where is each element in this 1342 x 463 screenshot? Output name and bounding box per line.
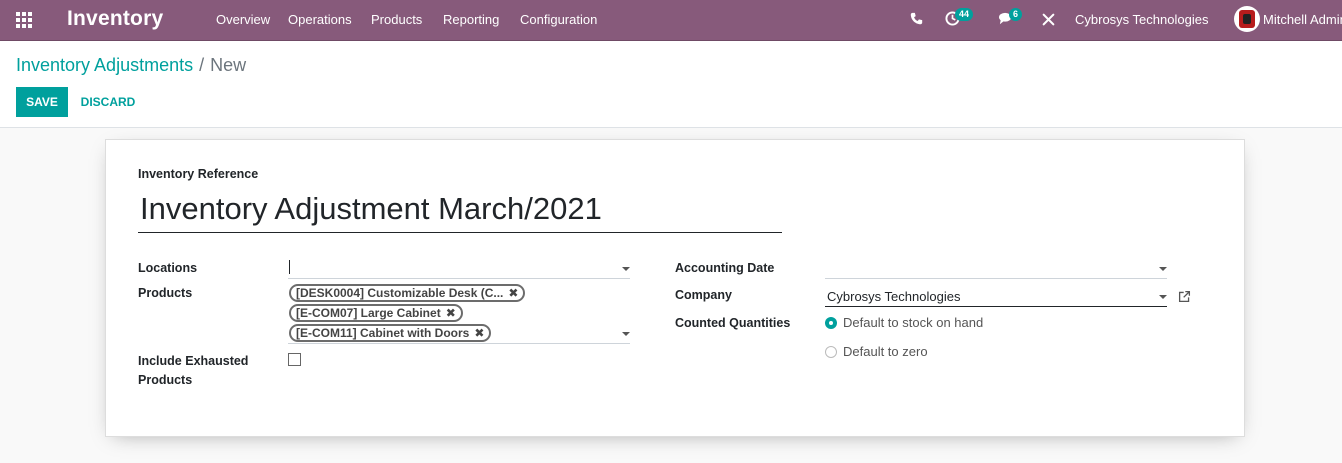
form-sheet: Inventory Reference Inventory Adjustment… (105, 139, 1245, 437)
text-cursor (289, 260, 290, 274)
company-dropdown-icon[interactable] (1159, 295, 1167, 299)
radio-default-stock-on-hand[interactable] (825, 317, 837, 329)
remove-tag-icon[interactable]: ✖ (508, 286, 518, 300)
company-label: Company (675, 288, 732, 302)
accounting-date-dropdown-icon[interactable] (1159, 267, 1167, 271)
company-input[interactable]: Cybrosys Technologies (825, 285, 1167, 307)
breadcrumb-separator: / (199, 55, 205, 75)
product-tag-label: [DESK0004] Customizable Desk (C... (296, 286, 504, 300)
product-tag: [E-COM07] Large Cabinet ✖ (289, 304, 463, 322)
include-exhausted-label: Include Exhausted Products (138, 354, 249, 387)
breadcrumb-parent[interactable]: Inventory Adjustments (16, 55, 193, 75)
remove-tag-icon[interactable]: ✖ (446, 306, 456, 320)
radio-default-to-zero[interactable] (825, 346, 837, 358)
product-tag: [DESK0004] Customizable Desk (C... ✖ (289, 284, 526, 302)
remove-tag-icon[interactable]: ✖ (474, 326, 484, 340)
company-value: Cybrosys Technologies (827, 289, 961, 304)
product-tag: [E-COM11] Cabinet with Doors ✖ (289, 324, 492, 342)
inventory-reference-input[interactable]: Inventory Adjustment March/2021 (138, 187, 782, 233)
tools-icon[interactable] (1042, 13, 1055, 26)
menu-reporting[interactable]: Reporting (443, 12, 499, 27)
locations-dropdown-icon[interactable] (622, 267, 630, 271)
user-avatar[interactable] (1234, 6, 1260, 32)
breadcrumb: Inventory Adjustments / New (16, 55, 246, 76)
company-switcher[interactable]: Cybrosys Technologies (1075, 12, 1208, 27)
products-dropdown-icon[interactable] (622, 332, 630, 336)
inventory-reference-label: Inventory Reference (138, 167, 259, 181)
message-count-badge: 6 (1009, 8, 1023, 21)
menu-operations[interactable]: Operations (288, 12, 352, 27)
radio-label-default-zero[interactable]: Default to zero (843, 344, 928, 359)
product-tag-label: [E-COM11] Cabinet with Doors (296, 326, 470, 340)
counted-quantities-label: Counted Quantities (675, 316, 791, 330)
products-label: Products (138, 286, 193, 300)
menu-products[interactable]: Products (371, 12, 422, 27)
app-title[interactable]: Inventory (67, 7, 163, 31)
breadcrumb-current: New (210, 55, 247, 75)
radio-label-stock-on-hand[interactable]: Default to stock on hand (843, 315, 983, 330)
menu-configuration[interactable]: Configuration (520, 12, 597, 27)
external-link-icon[interactable] (1178, 290, 1191, 303)
activity-count-badge: 44 (955, 8, 974, 21)
top-navbar: Inventory Overview Operations Products R… (0, 0, 1342, 41)
discard-button[interactable]: DISCARD (70, 87, 146, 117)
include-exhausted-checkbox[interactable] (288, 353, 301, 366)
phone-icon[interactable] (910, 12, 923, 25)
apps-menu-icon[interactable] (16, 12, 34, 30)
save-button[interactable]: SAVE (16, 87, 68, 117)
product-tag-label: [E-COM07] Large Cabinet (296, 306, 441, 320)
products-input[interactable]: [DESK0004] Customizable Desk (C... ✖ [E-C… (288, 281, 630, 344)
accounting-date-label: Accounting Date (675, 261, 775, 275)
locations-input[interactable] (288, 257, 630, 279)
user-menu[interactable]: Mitchell Admin (1263, 12, 1342, 27)
menu-overview[interactable]: Overview (216, 12, 270, 27)
locations-label: Locations (138, 261, 198, 275)
control-panel: Inventory Adjustments / New SAVE DISCARD (0, 41, 1342, 128)
accounting-date-input[interactable] (825, 257, 1167, 279)
